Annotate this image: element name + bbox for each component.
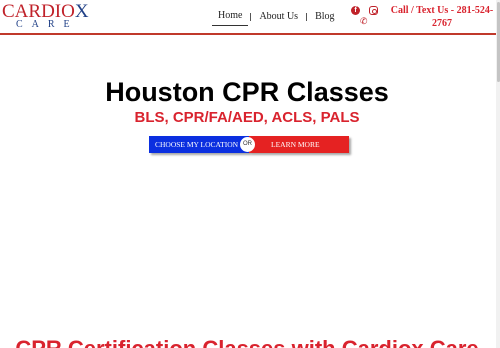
logo-care-text: CARE: [16, 19, 79, 30]
facebook-icon[interactable]: f: [351, 6, 360, 15]
social-links: f ✆: [351, 6, 381, 28]
nav-blog[interactable]: Blog: [309, 9, 340, 25]
nav-divider: [250, 13, 252, 21]
cta-group: CHOOSE MY LOCATION OR LEARN MORE: [149, 136, 349, 154]
page-title: Houston CPR Classes: [105, 77, 389, 107]
instagram-icon[interactable]: [369, 6, 378, 15]
call-text-link[interactable]: Call / Text Us - 281-524-2767: [388, 4, 496, 30]
main-nav: Home About Us Blog: [212, 8, 341, 26]
section-heading: CPR Certification Classes with Cardiox C…: [0, 336, 494, 348]
choose-location-button[interactable]: CHOOSE MY LOCATION: [149, 136, 249, 153]
learn-more-button[interactable]: LEARN MORE: [249, 136, 349, 153]
header-divider: [0, 33, 496, 35]
page-scrollbar[interactable]: [496, 0, 500, 348]
nav-about-us[interactable]: About Us: [253, 9, 304, 25]
or-badge: OR: [240, 137, 255, 152]
nav-home[interactable]: Home: [212, 8, 249, 26]
phone-icon[interactable]: ✆: [360, 17, 368, 27]
nav-divider: [306, 13, 308, 21]
cardiox-care-logo[interactable]: CARDIOX CARE: [2, 2, 89, 32]
page-subtitle: BLS, CPR/FA/AED, ACLS, PALS: [134, 109, 360, 126]
site-header: CARDIOX CARE Home About Us Blog f ✆ Call…: [0, 0, 500, 35]
